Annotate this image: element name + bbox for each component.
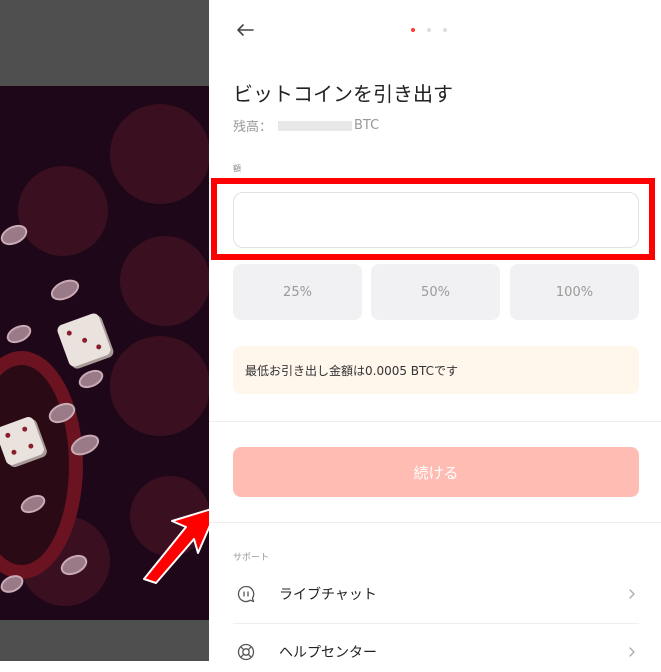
percent-100-button[interactable]: 100%	[510, 264, 639, 320]
decor-circle	[120, 236, 209, 326]
support-section-label: サポート	[233, 553, 270, 563]
amount-input[interactable]	[233, 192, 639, 248]
red-arrow-icon	[143, 508, 209, 584]
dice-icon	[55, 311, 113, 369]
balance-label: 残高：	[233, 120, 273, 135]
divider	[233, 623, 639, 624]
decor-circle	[110, 104, 209, 204]
withdraw-panel: ビットコインを引き出す 残高： BTC 額 25% 50% 100% 最低お引き…	[209, 0, 661, 661]
lifebuoy-icon	[233, 639, 259, 665]
chat-icon	[233, 581, 259, 607]
support-item-label: ライブチャット	[279, 587, 377, 603]
back-arrow-icon[interactable]	[233, 18, 257, 42]
support-item-live-chat[interactable]: ライブチャット	[233, 574, 639, 614]
page-title: ビットコインを引き出す	[233, 82, 453, 106]
chip-icon	[47, 275, 83, 305]
chevron-right-icon	[629, 647, 635, 657]
balance-currency: BTC	[354, 118, 380, 133]
decor-circle	[18, 166, 108, 256]
min-withdrawal-notice: 最低お引き出し金額は0.0005 BTCです	[233, 346, 639, 394]
percent-50-button[interactable]: 50%	[371, 264, 500, 320]
decor-circle	[110, 336, 209, 436]
continue-button[interactable]: 続ける	[233, 447, 639, 497]
percent-25-button[interactable]: 25%	[233, 264, 362, 320]
balance: 残高： BTC	[233, 116, 379, 135]
chip-icon	[75, 366, 107, 392]
balance-redacted	[278, 120, 353, 131]
divider	[209, 522, 661, 523]
background-overlay[interactable]	[0, 0, 209, 661]
support-item-help-center[interactable]: ヘルプセンター	[233, 632, 639, 672]
step-dot	[427, 28, 431, 32]
amount-label: 額	[233, 164, 241, 173]
step-dot-active	[411, 28, 415, 32]
chevron-right-icon	[629, 589, 635, 599]
step-dot	[443, 28, 447, 32]
support-item-label: ヘルプセンター	[279, 645, 377, 661]
chip-icon	[3, 321, 35, 347]
divider	[209, 421, 661, 422]
step-indicator	[411, 28, 447, 32]
